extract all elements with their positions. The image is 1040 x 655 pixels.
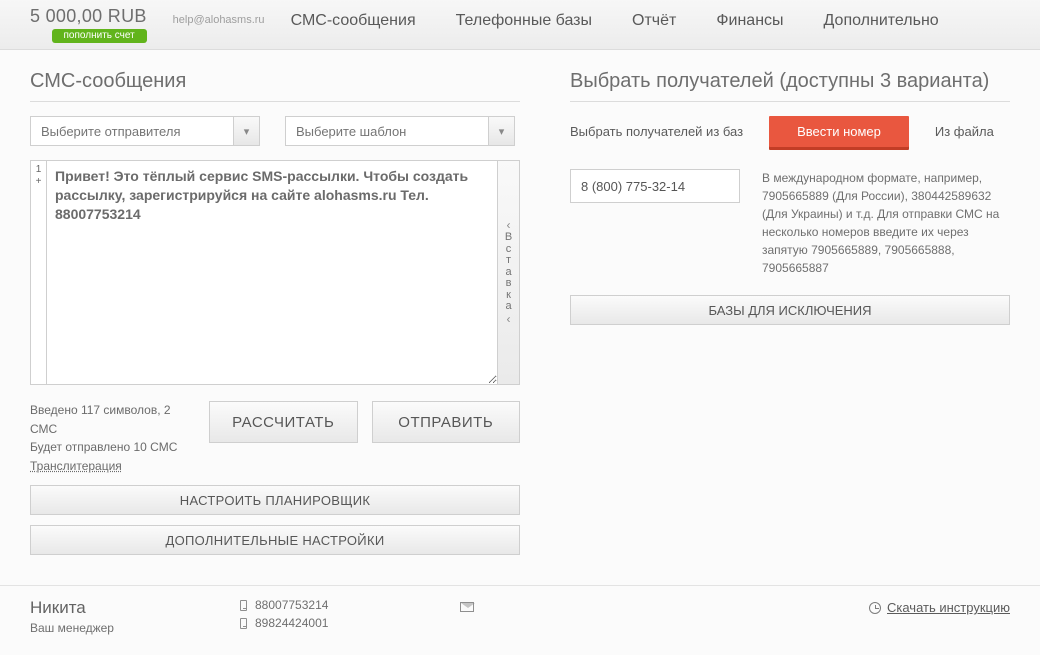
- chevron-down-icon: ▾: [244, 125, 250, 138]
- download-instruction-link[interactable]: Скачать инструкцию: [887, 600, 1010, 615]
- sms-panel: СМС-сообщения ▾ ▾ 1 +: [30, 70, 520, 555]
- insert-panel-toggle[interactable]: ‹ Вставка ‹: [498, 160, 520, 385]
- content: СМС-сообщения ▾ ▾ 1 +: [0, 50, 1040, 585]
- sms-panel-title: СМС-сообщения: [30, 70, 520, 102]
- counter-add-icon[interactable]: +: [31, 176, 46, 188]
- balance-block: 5 000,00 RUB пополнить счет: [30, 6, 147, 43]
- insert-label-vertical: ‹ Вставка ‹: [505, 219, 512, 325]
- clock-icon: [869, 602, 881, 614]
- main-nav: СМС-сообщения Телефонные базы Отчёт Фина…: [291, 12, 1010, 30]
- tab-enter-number[interactable]: Ввести номер: [769, 116, 909, 147]
- scheduler-button[interactable]: НАСТРОИТЬ ПЛАНИРОВЩИК: [30, 485, 520, 515]
- footer-phone1: 88007753214: [255, 598, 328, 612]
- footer: Никита Ваш менеджер 88007753214 89824424…: [0, 585, 1040, 655]
- sender-dropdown-toggle[interactable]: ▾: [234, 116, 260, 146]
- nav-bases[interactable]: Телефонные базы: [456, 12, 592, 30]
- template-combo[interactable]: ▾: [285, 116, 515, 146]
- phone-hint: В международном формате, например, 79056…: [762, 169, 1010, 277]
- meta-chars: Введено 117 символов, 2 СМС: [30, 401, 195, 438]
- help-email[interactable]: help@alohasms.ru: [173, 14, 265, 26]
- send-button[interactable]: ОТПРАВИТЬ: [372, 401, 521, 443]
- message-editor: 1 + ‹ Вставка ‹: [30, 160, 520, 385]
- chevron-down-icon: ▾: [499, 125, 505, 138]
- exclusion-bases-button[interactable]: БАЗЫ ДЛЯ ИСКЛЮЧЕНИЯ: [570, 295, 1010, 325]
- manager-label: Ваш менеджер: [30, 621, 240, 635]
- balance-amount: 5 000,00 RUB: [30, 6, 147, 27]
- calculate-button[interactable]: РАССЧИТАТЬ: [209, 401, 358, 443]
- mail-icon[interactable]: [460, 602, 474, 612]
- template-input[interactable]: [285, 116, 489, 146]
- sender-combo[interactable]: ▾: [30, 116, 260, 146]
- counter-current: 1: [31, 164, 46, 176]
- tab-from-file[interactable]: Из файла: [935, 124, 994, 139]
- message-counter: 1 +: [30, 160, 46, 385]
- message-textarea[interactable]: [46, 160, 498, 385]
- phone-icon: [240, 600, 247, 611]
- recipients-title: Выбрать получателей (доступны 3 варианта…: [570, 70, 1010, 102]
- nav-extra[interactable]: Дополнительно: [824, 12, 939, 30]
- nav-finance[interactable]: Финансы: [716, 12, 783, 30]
- template-dropdown-toggle[interactable]: ▾: [489, 116, 515, 146]
- recipients-panel: Выбрать получателей (доступны 3 варианта…: [570, 70, 1010, 555]
- phone-icon: [240, 618, 247, 629]
- transliteration-link[interactable]: Транслитерация: [30, 459, 122, 473]
- nav-report[interactable]: Отчёт: [632, 12, 676, 30]
- nav-sms[interactable]: СМС-сообщения: [291, 12, 416, 30]
- chevron-left-icon: ‹: [507, 313, 511, 326]
- top-header: 5 000,00 RUB пополнить счет help@alohasm…: [0, 0, 1040, 50]
- footer-phone2: 89824424001: [255, 616, 328, 630]
- tab-from-bases[interactable]: Выбрать получателей из баз: [570, 124, 743, 139]
- meta-sent: Будет отправлено 10 СМС: [30, 438, 195, 457]
- phone-input[interactable]: [570, 169, 740, 203]
- sender-input[interactable]: [30, 116, 234, 146]
- recipients-tabs: Выбрать получателей из баз Ввести номер …: [570, 116, 1010, 147]
- topup-button[interactable]: пополнить счет: [52, 29, 147, 43]
- manager-name: Никита: [30, 598, 240, 618]
- message-meta: Введено 117 символов, 2 СМС Будет отправ…: [30, 401, 195, 475]
- additional-settings-button[interactable]: ДОПОЛНИТЕЛЬНЫЕ НАСТРОЙКИ: [30, 525, 520, 555]
